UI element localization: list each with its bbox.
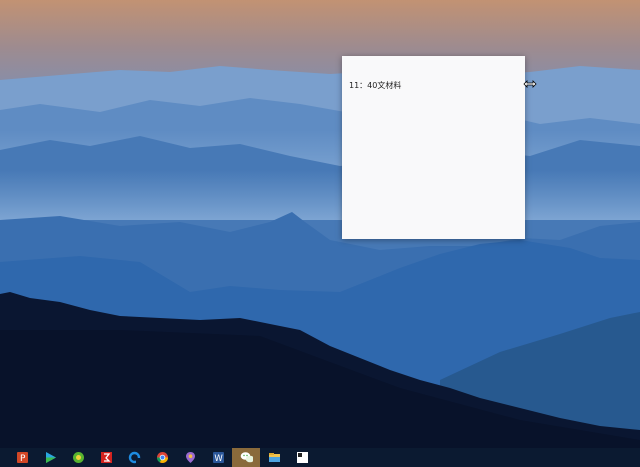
pin-app-icon — [184, 451, 197, 464]
taskbar-item-wechat[interactable] — [232, 448, 260, 467]
red-app-icon — [100, 451, 113, 464]
svg-text:W: W — [214, 454, 223, 464]
word-icon: W — [212, 451, 225, 464]
resize-cursor-icon — [523, 73, 537, 88]
desktop-wallpaper — [0, 0, 640, 467]
taskbar: P W — [0, 448, 640, 467]
taskbar-item-red-app[interactable] — [92, 448, 120, 467]
taskbar-item-pin-app[interactable] — [176, 448, 204, 467]
taskbar-item-media-player[interactable] — [36, 448, 64, 467]
taskbar-item-chrome[interactable] — [148, 448, 176, 467]
chrome-icon — [156, 451, 169, 464]
powerpoint-icon: P — [16, 451, 29, 464]
media-player-icon — [44, 451, 57, 464]
taskbar-item-word[interactable]: W — [204, 448, 232, 467]
note-text[interactable]: 11：40文材料 — [349, 80, 401, 91]
taskbar-item-sticky-notes[interactable] — [288, 448, 316, 467]
sync-app-icon — [128, 451, 141, 464]
svg-text:P: P — [20, 454, 26, 464]
taskbar-item-green-app[interactable] — [64, 448, 92, 467]
wechat-icon — [240, 451, 253, 464]
taskbar-item-powerpoint[interactable]: P — [8, 448, 36, 467]
taskbar-item-sync-app[interactable] — [120, 448, 148, 467]
green-app-icon — [72, 451, 85, 464]
sticky-notes-icon — [296, 451, 309, 464]
taskbar-item-file-explorer[interactable] — [260, 448, 288, 467]
file-explorer-icon — [268, 451, 281, 464]
sticky-note-window[interactable]: 11：40文材料 — [342, 56, 525, 239]
